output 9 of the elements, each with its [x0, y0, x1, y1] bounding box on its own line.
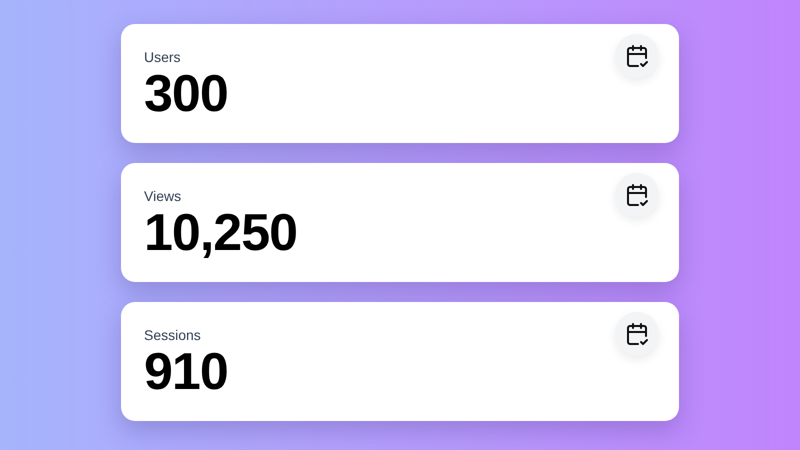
stat-value: 10,250 — [144, 205, 298, 261]
stat-value: 300 — [144, 66, 228, 122]
stat-label: Sessions — [144, 326, 201, 344]
stat-label: Users — [144, 48, 181, 66]
stat-label: Views — [144, 187, 182, 205]
calendar-check-icon — [625, 44, 649, 68]
stat-value: 910 — [144, 344, 228, 400]
calendar-check-icon — [625, 322, 649, 346]
calendar-check-icon — [625, 183, 649, 207]
